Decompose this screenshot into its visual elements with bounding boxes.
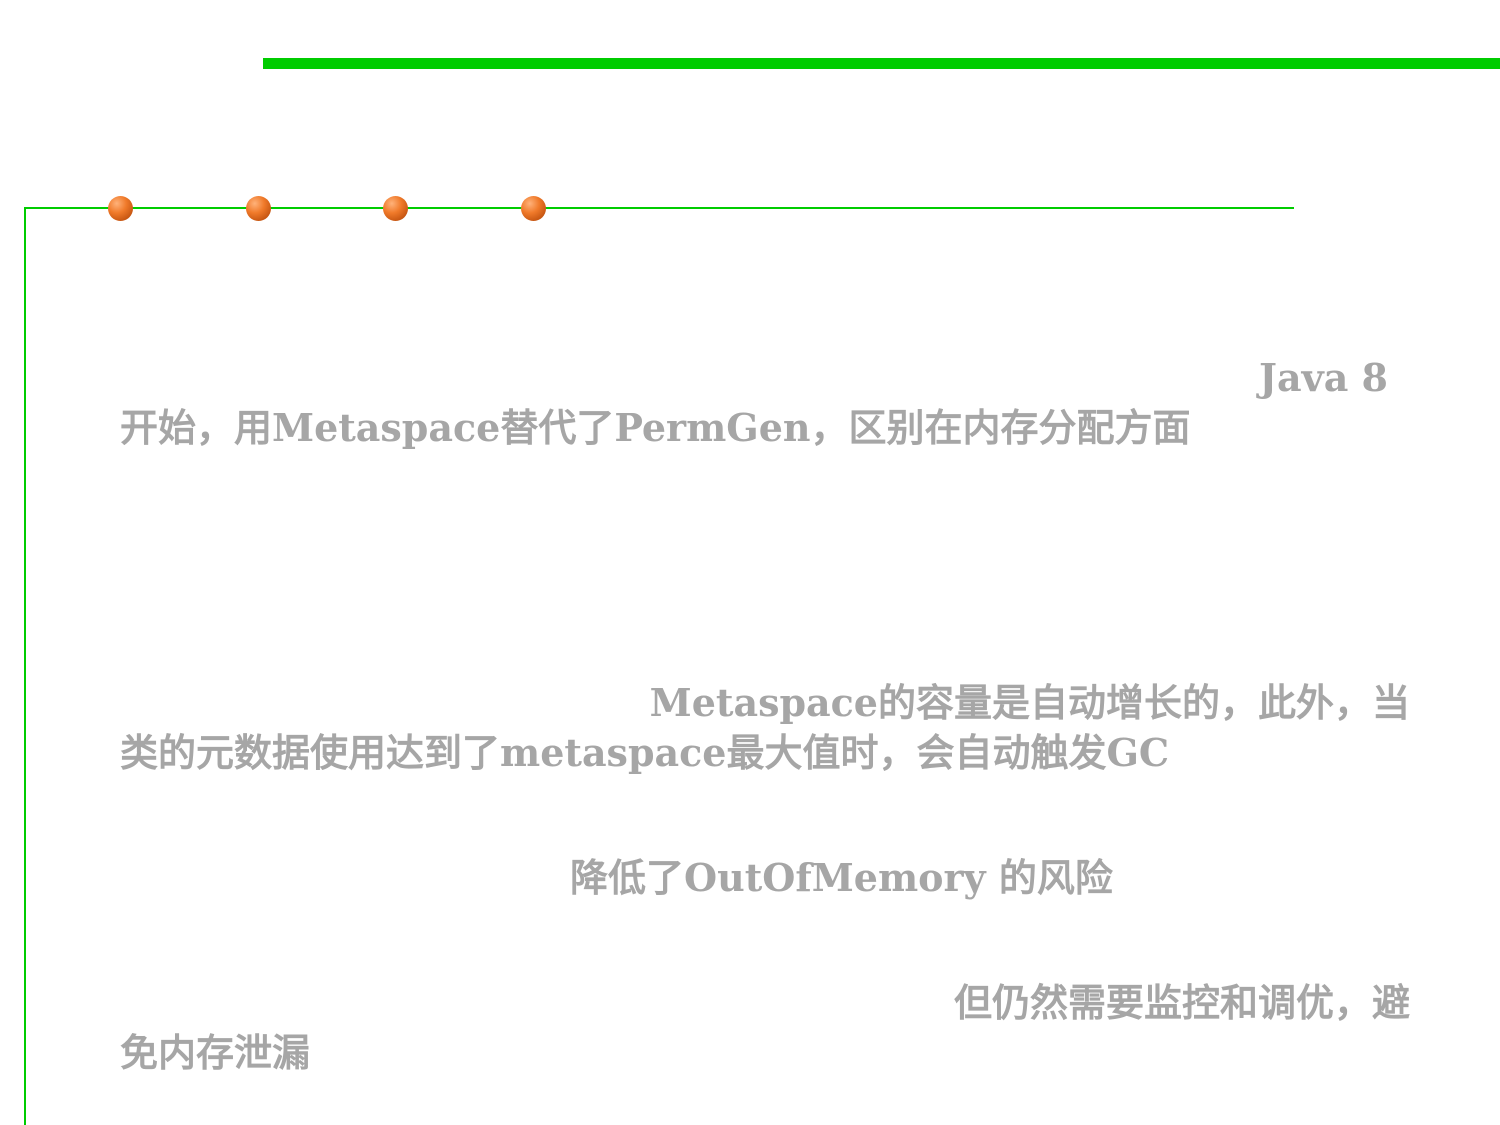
bullet-dot-3 [383,196,408,221]
top-accent-bar [263,58,1500,69]
paragraph-oom-risk: 降低了OutOfMemory 的风险 [120,853,1410,903]
bullet-dot-2 [246,196,271,221]
frame-horizontal-line [24,207,1294,209]
frame-vertical-line [24,207,26,1125]
paragraph-monitoring: 但仍然需要监控和调优，避 免内存泄漏 [120,978,1410,1078]
paragraph-line: 类的元数据使用达到了metaspace最大值时，会自动触发GC [120,730,1170,775]
bullet-dot-1 [108,196,133,221]
paragraph-line: 免内存泄漏 [120,1030,311,1075]
paragraph-line: 但仍然需要监控和调优，避 [953,980,1410,1025]
paragraph-auto-growth: Metaspace的容量是自动增长的，此外，当 类的元数据使用达到了metasp… [120,678,1410,778]
paragraph-line: Java 8 [1259,355,1388,400]
paragraph-line: Metaspace的容量是自动增长的，此外，当 [649,680,1410,725]
paragraph-line: 开始，用Metaspace替代了PermGen，区别在内存分配方面 [120,405,1191,450]
bullet-dot-4 [521,196,546,221]
paragraph-metaspace-intro: Java 8 开始，用Metaspace替代了PermGen，区别在内存分配方面 [120,353,1410,453]
paragraph-line: 降低了OutOfMemory 的风险 [570,855,1113,900]
